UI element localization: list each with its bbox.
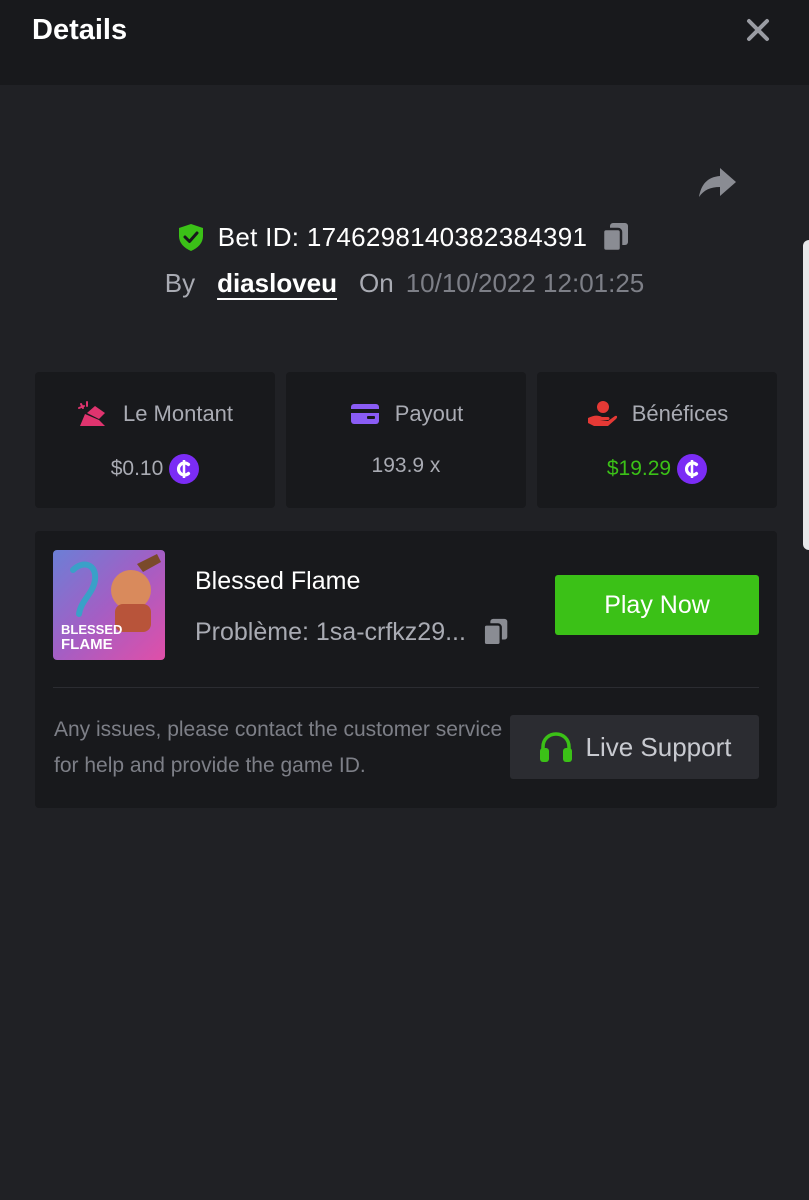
- coin-icon: [677, 454, 708, 484]
- share-icon[interactable]: [696, 160, 740, 204]
- game-id-row: Problème: 1sa-crfkz29...: [195, 615, 512, 649]
- bet-id-row: Bet ID: 1746298140382384391: [0, 220, 809, 260]
- verified-shield-icon: [178, 224, 203, 251]
- stat-profit-value: $19.29: [606, 457, 672, 480]
- bet-id: Bet ID: 1746298140382384391: [217, 221, 588, 252]
- live-support-label: Live Support: [585, 731, 732, 762]
- thumb-title-line2: FLAME: [61, 636, 113, 653]
- thumb-title-line1: BLESSED: [61, 622, 122, 637]
- headset-icon: [539, 732, 572, 762]
- close-icon[interactable]: [740, 12, 776, 48]
- stat-amount-value: $0.10: [110, 457, 164, 480]
- divider: [53, 687, 759, 688]
- stat-payout: Payout 193.9 x: [286, 372, 526, 508]
- support-message: Any issues, please contact the customer …: [54, 718, 503, 777]
- username-link[interactable]: diasloveu: [217, 268, 337, 299]
- on-label: On: [359, 268, 394, 298]
- stat-payout-value: 193.9 x: [371, 454, 441, 477]
- game-thumbnail[interactable]: BLESSED FLAME: [53, 550, 165, 660]
- card-icon: [350, 404, 379, 424]
- stat-profit: Bénéfices $19.29: [537, 372, 777, 508]
- edge-scroll-handle[interactable]: [803, 240, 809, 550]
- stat-amount: Le Montant $0.10: [35, 372, 275, 508]
- bet-datetime: 10/10/2022 12:01:25: [405, 268, 645, 298]
- copy-icon[interactable]: [480, 615, 512, 649]
- coin-icon: [169, 454, 200, 484]
- bet-stats: Le Montant $0.10 Payout 193.9 x Bénéfice…: [35, 372, 777, 508]
- bet-amount-icon: [77, 401, 105, 426]
- stat-profit-label: Bénéfices: [631, 401, 729, 426]
- play-now-button[interactable]: Play Now: [555, 575, 759, 635]
- profit-hand-icon: [587, 401, 617, 426]
- stat-amount-label: Le Montant: [122, 401, 234, 426]
- game-id: Problème: 1sa-crfkz29...: [195, 617, 466, 646]
- copy-icon[interactable]: [599, 220, 633, 254]
- page-title: Details: [32, 14, 128, 46]
- game-name[interactable]: Blessed Flame: [195, 567, 360, 596]
- bet-meta-row: By diasloveu On 10/10/2022 12:01:25: [0, 268, 809, 308]
- live-support-button[interactable]: Live Support: [510, 715, 759, 779]
- stat-payout-label: Payout: [394, 401, 464, 426]
- game-card: BLESSED FLAME Blessed Flame Problème: 1s…: [35, 531, 777, 808]
- by-label: By: [164, 268, 196, 298]
- details-header: Details: [0, 0, 809, 85]
